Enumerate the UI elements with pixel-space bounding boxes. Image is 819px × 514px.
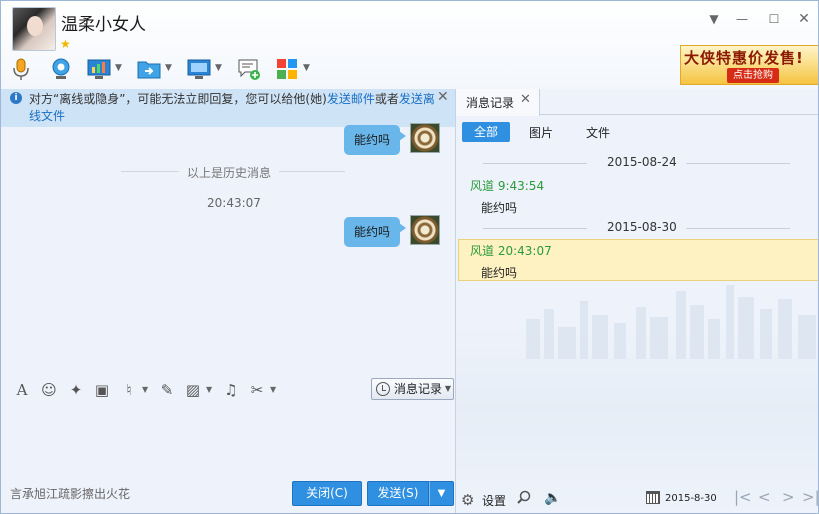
video-clip-icon[interactable]: ▣	[93, 381, 111, 399]
screenshot-scissors-icon[interactable]: ✂	[248, 381, 266, 399]
separator-line	[686, 163, 790, 164]
filter-all-tab[interactable]: 全部	[462, 122, 510, 142]
voice-message-icon[interactable]: ♮	[120, 381, 138, 399]
message-timestamp: 20:43:07	[207, 196, 261, 210]
contact-name[interactable]: 温柔小女人	[61, 10, 146, 35]
close-notice-icon[interactable]: ✕	[437, 89, 449, 105]
self-avatar[interactable]	[410, 123, 440, 153]
chevron-down-icon[interactable]: ▼	[303, 63, 310, 73]
input-toolbar: A ☺ ✦ ▣ ♮ ▼ ✎ ▨ ▼ ♫ ✂ ▼ 消息记录 ▼	[1, 375, 455, 403]
message-input[interactable]	[1, 403, 455, 479]
monitor-chart-icon	[87, 59, 111, 79]
search-icon[interactable]	[517, 490, 531, 504]
first-page-icon[interactable]: |<	[734, 488, 752, 506]
ad-buy-button[interactable]: 点击抢购	[727, 68, 779, 83]
window-header: 温柔小女人 ★ ▼ — ☐ ✕ ▼ ▼ ▼ ▼ 大侠特惠价发售! 点击抢购	[1, 1, 818, 89]
chevron-down-icon[interactable]: ▼	[445, 379, 451, 399]
message-history-label: 消息记录	[394, 382, 443, 396]
contact-avatar[interactable]	[12, 7, 56, 51]
ad-banner[interactable]: 大侠特惠价发售! 点击抢购	[680, 45, 818, 85]
history-tab-bar: 消息记录 ✕	[456, 89, 818, 116]
notice-or-text: 或者	[374, 92, 399, 106]
record-sender-time: 风道 20:43:07	[470, 244, 552, 258]
webcam-icon	[52, 58, 70, 79]
send-offline-file-link[interactable]: 发送离	[399, 92, 435, 106]
ad-title: 大侠特惠价发售!	[684, 49, 804, 67]
date-separator: 2015-08-30	[456, 220, 818, 236]
microphone-icon	[13, 58, 29, 80]
record-message[interactable]: 能约吗	[481, 199, 517, 216]
record-date: 2015-08-24	[607, 155, 677, 169]
chevron-down-icon[interactable]: ▼	[215, 63, 222, 73]
minimize-button[interactable]: —	[733, 10, 751, 28]
edit-icon[interactable]: ✎	[158, 381, 176, 399]
record-sender-time: 风道 9:43:54	[470, 179, 545, 193]
font-icon[interactable]: A	[13, 381, 31, 399]
gear-icon[interactable]: ⚙	[461, 491, 474, 509]
chevron-down-icon[interactable]: ▼	[142, 385, 148, 394]
date-separator: 2015-08-24	[456, 155, 818, 171]
apps-grid-icon	[277, 59, 297, 79]
chevron-down-icon[interactable]: ▼	[115, 63, 122, 73]
speaker-icon[interactable]: 🔈	[544, 490, 561, 506]
screen-share-icon	[187, 59, 211, 79]
history-date[interactable]: 2015-8-30	[665, 493, 717, 504]
clock-icon	[376, 382, 390, 396]
close-window-button[interactable]: ✕	[795, 10, 813, 28]
folder-arrow-icon	[137, 61, 161, 79]
star-icon[interactable]: ★	[60, 37, 71, 51]
bottom-bar: 言承旭江疏影擦出火花 关闭(C) 发送(S) ▼	[1, 479, 455, 513]
close-chat-button[interactable]: 关闭(C)	[292, 481, 362, 506]
send-offline-file-link-cont[interactable]: 线文件	[29, 107, 65, 124]
maximize-button[interactable]: ☐	[765, 10, 783, 28]
notice-line-1: 对方“离线或隐身”，可能无法立即回复，您可以给他(她)发送邮件或者发送离	[29, 90, 435, 107]
filter-files-tab[interactable]: 文件	[586, 124, 610, 141]
chevron-down-icon[interactable]: ▼	[206, 385, 212, 394]
record-date: 2015-08-30	[607, 220, 677, 234]
offline-notice: i 对方“离线或隐身”，可能无法立即回复，您可以给他(她)发送邮件或者发送离 线…	[1, 89, 455, 127]
window-menu-button[interactable]: ▼	[705, 10, 723, 28]
info-icon: i	[10, 92, 22, 104]
image-icon[interactable]: ▨	[184, 381, 202, 399]
news-ticker[interactable]: 言承旭江疏影擦出火花	[10, 485, 130, 502]
history-divider-label: 以上是历史消息	[179, 164, 280, 181]
message-bubble[interactable]: 能约吗	[344, 217, 407, 247]
tab-label: 消息记录	[466, 96, 515, 110]
settings-button[interactable]: 设置	[482, 492, 506, 509]
tab-message-history[interactable]: 消息记录 ✕	[456, 89, 540, 116]
history-footer: ⚙ 设置 🔈 2015-8-30 |< < > >|	[456, 485, 818, 513]
separator-line	[483, 163, 587, 164]
next-page-icon[interactable]: >	[782, 488, 795, 506]
chat-window: 温柔小女人 ★ ▼ — ☐ ✕ ▼ ▼ ▼ ▼ 大侠特惠价发售! 点击抢购 i …	[0, 0, 819, 514]
separator-line	[686, 228, 790, 229]
message-bubble[interactable]: 能约吗	[344, 125, 407, 155]
chevron-down-icon[interactable]: ▼	[270, 385, 276, 394]
notice-text: 对方“离线或隐身”，可能无法立即回复，您可以给他(她)	[29, 92, 327, 106]
history-panel: 消息记录 ✕ 全部 图片 文件 2015-08-24 风道 9:43:54 能约…	[456, 89, 818, 513]
last-page-icon[interactable]: >|	[802, 488, 818, 506]
calendar-icon[interactable]	[646, 491, 660, 504]
send-email-link[interactable]: 发送邮件	[327, 92, 375, 106]
send-button[interactable]: 发送(S)	[367, 481, 429, 506]
close-tab-icon[interactable]: ✕	[520, 92, 531, 107]
chat-add-icon	[238, 59, 260, 80]
send-options-button[interactable]: ▼	[429, 481, 454, 506]
separator-line	[483, 228, 587, 229]
avatar-face	[27, 16, 43, 36]
message-history-button[interactable]: 消息记录 ▼	[371, 378, 454, 400]
chevron-down-icon[interactable]: ▼	[165, 63, 172, 73]
record-message[interactable]: 能约吗	[481, 264, 517, 281]
prev-page-icon[interactable]: <	[758, 488, 771, 506]
message-area[interactable]: i 对方“离线或隐身”，可能无法立即回复，您可以给他(她)发送邮件或者发送离 线…	[1, 89, 455, 375]
magic-wand-icon[interactable]: ✦	[67, 381, 85, 399]
city-skyline-background	[526, 285, 816, 359]
emoji-icon[interactable]: ☺	[40, 381, 58, 399]
self-avatar[interactable]	[410, 215, 440, 245]
filter-pictures-tab[interactable]: 图片	[529, 124, 553, 141]
music-icon[interactable]: ♫	[222, 381, 240, 399]
